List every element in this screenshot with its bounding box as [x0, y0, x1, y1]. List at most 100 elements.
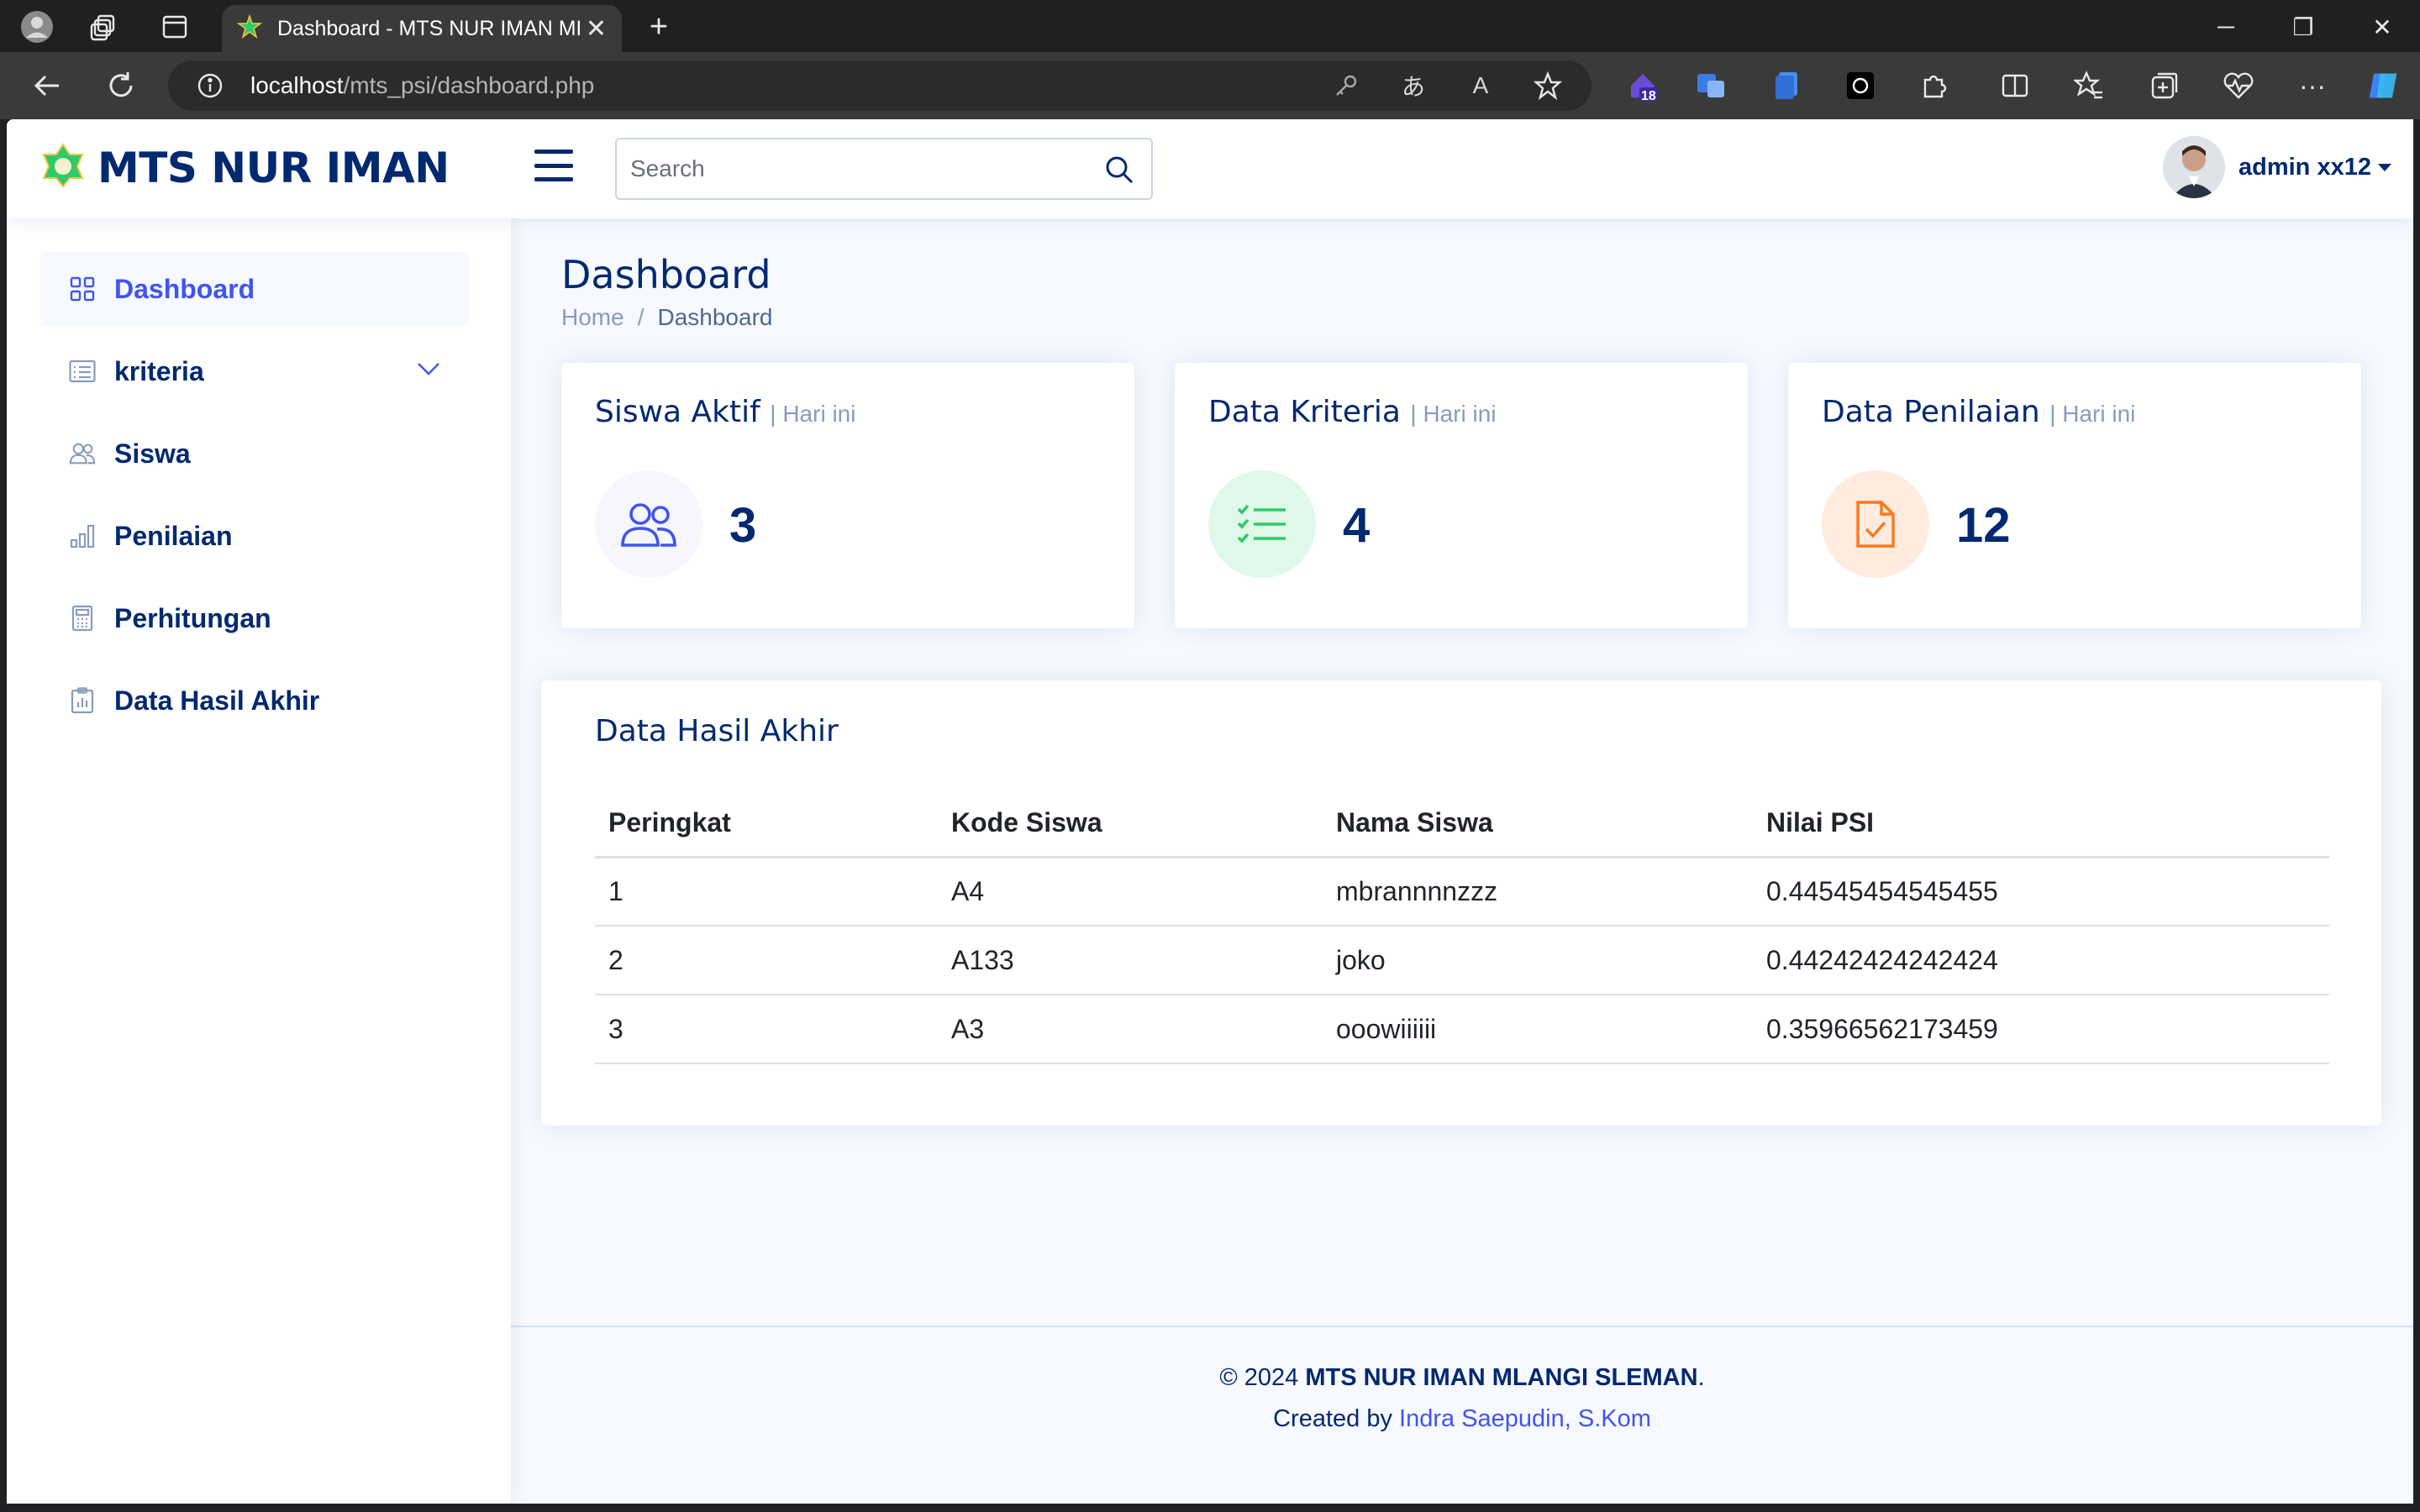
address-bar[interactable]: localhost/mts_psi/dashboard.php あ A — [168, 60, 1591, 111]
card-value: 12 — [1956, 498, 2011, 553]
column-header: Nilai PSI — [1753, 790, 2329, 858]
extensions-puzzle-icon[interactable] — [1918, 69, 1951, 102]
people-icon — [595, 470, 702, 578]
search-input[interactable] — [630, 155, 1084, 182]
table-row: 2 A133 joko 0.44242424242424 — [595, 926, 2329, 995]
table-cell: A4 — [938, 857, 1323, 927]
logo-text: MTS NUR IMAN — [97, 143, 450, 192]
breadcrumb-current: Dashboard — [657, 304, 773, 330]
card-subtitle: | Hari ini — [2049, 401, 2136, 427]
profile-dropdown[interactable]: admin xx12 — [2163, 136, 2391, 198]
avatar — [2163, 136, 2225, 198]
tab-title: Dashboard - MTS NUR IMAN ML — [277, 16, 580, 40]
column-header: Kode Siswa — [938, 790, 1323, 858]
chatgpt-extension-icon[interactable] — [1844, 69, 1877, 102]
sidebar-item-siswa[interactable]: Siswa — [40, 417, 469, 491]
table-cell: 2 — [595, 926, 938, 995]
new-tab-icon[interactable]: + — [642, 9, 676, 45]
sidebar-item-perhitungan[interactable]: Perhitungan — [40, 581, 469, 655]
translator-extension-icon[interactable] — [1694, 69, 1728, 102]
docs-extension-icon[interactable] — [1770, 69, 1803, 102]
card-value: 4 — [1343, 498, 1370, 553]
table-row: 1 A4 mbrannnnzzz 0.44545454545455 — [595, 857, 2329, 927]
site-info-icon[interactable] — [197, 72, 224, 103]
collections-icon[interactable] — [2148, 69, 2181, 102]
tab-close-icon[interactable]: ✕ — [586, 14, 607, 44]
table-cell: 0.35966562173459 — [1753, 995, 2329, 1064]
breadcrumb-home-link[interactable]: Home — [561, 304, 624, 331]
calculator-icon — [69, 605, 96, 632]
sidebar-item-label: Perhitungan — [114, 602, 271, 633]
sidebar-item-penilaian[interactable]: Penilaian — [40, 499, 469, 573]
translate-icon[interactable]: あ — [1397, 69, 1430, 102]
caret-down-icon — [2377, 163, 2391, 171]
table-cell: ooowiiiiii — [1323, 995, 1753, 1064]
refresh-icon[interactable] — [103, 67, 139, 104]
key-icon[interactable] — [1329, 69, 1363, 102]
people-icon — [69, 440, 96, 467]
author-link[interactable]: Indra Saepudin, S.Kom — [1399, 1405, 1651, 1432]
sidebar-item-label: Penilaian — [114, 520, 233, 551]
chevron-down-icon[interactable] — [417, 361, 440, 381]
sidebar-item-label: Dashboard — [114, 273, 255, 304]
extension-badge-count: 18 — [1641, 89, 1656, 103]
footer-copyright: © 2024 MTS NUR IMAN MLANGI SLEMAN. — [1219, 1364, 1705, 1391]
profile-name: admin xx12 — [2238, 153, 2371, 181]
file-check-icon — [1822, 470, 1929, 578]
table-cell: 0.44545454545455 — [1753, 857, 2329, 927]
sidebar-item-label: Siswa — [114, 438, 191, 469]
sidebar-toggle-icon[interactable] — [534, 150, 573, 181]
card-data-kriteria: Data Kriteria | Hari ini 4 — [1175, 363, 1748, 628]
minimize-icon[interactable]: ─ — [2188, 8, 2264, 45]
favorite-star-icon[interactable] — [1531, 69, 1565, 102]
table-cell: 0.44242424242424 — [1753, 926, 2329, 995]
browser-essentials-icon[interactable] — [2222, 69, 2255, 102]
table-cell: A133 — [938, 926, 1323, 995]
card-siswa-aktif: Siswa Aktif | Hari ini 3 — [561, 363, 1134, 628]
search-icon[interactable] — [1104, 155, 1134, 185]
logo[interactable]: MTS NUR IMAN — [40, 143, 450, 192]
table-cell: 3 — [595, 995, 938, 1064]
workspaces-icon[interactable] — [87, 10, 121, 44]
tab-dashboard[interactable]: Dashboard - MTS NUR IMAN ML ✕ — [222, 5, 622, 52]
card-data-penilaian: Data Penilaian | Hari ini 12 — [1788, 363, 2361, 628]
sidebar-item-dashboard[interactable]: Dashboard — [40, 252, 469, 326]
sidebar: Dashboard kriteria Siswa Penilaian Perhi… — [7, 218, 511, 1504]
read-aloud-icon[interactable]: A — [1464, 69, 1497, 102]
more-menu-icon[interactable]: ··· — [2296, 69, 2329, 102]
clipboard-data-icon — [69, 687, 96, 714]
page-viewport: MTS NUR IMAN admin xx12 Dashboard — [7, 119, 2413, 1504]
page-title: Dashboard — [561, 252, 771, 297]
profile-icon[interactable] — [20, 10, 54, 44]
card-value: 3 — [729, 498, 757, 553]
breadcrumb: Home / Dashboard — [561, 304, 772, 331]
tab-actions-icon[interactable] — [158, 10, 192, 44]
url-text: localhost/mts_psi/dashboard.php — [250, 72, 595, 98]
card-list-icon — [69, 358, 96, 385]
card-subtitle: | Hari ini — [1410, 401, 1497, 427]
split-screen-icon[interactable] — [1998, 69, 2032, 102]
extension-badge-icon[interactable]: 18 — [1626, 69, 1660, 103]
favorites-icon[interactable] — [2072, 69, 2106, 102]
sidebar-item-kriteria[interactable]: kriteria — [40, 334, 469, 408]
restore-icon[interactable]: ❐ — [2265, 8, 2341, 45]
search-bar — [615, 138, 1153, 200]
back-icon[interactable] — [29, 67, 66, 104]
breadcrumb-separator: / — [637, 304, 644, 330]
column-header: Nama Siswa — [1323, 790, 1753, 858]
copilot-icon[interactable] — [2366, 69, 2400, 102]
footer-credits: Created by Indra Saepudin, S.Kom — [1273, 1405, 1651, 1432]
table-cell: joko — [1323, 926, 1753, 995]
list-check-icon — [1208, 470, 1316, 578]
sidebar-item-label: kriteria — [114, 355, 204, 386]
table-title: Data Hasil Akhir — [595, 714, 839, 748]
table-cell: 1 — [595, 857, 938, 927]
grid-icon — [69, 276, 96, 302]
footer: © 2024 MTS NUR IMAN MLANGI SLEMAN. Creat… — [511, 1326, 2413, 1433]
table-cell: A3 — [938, 995, 1323, 1064]
sidebar-item-data-hasil-akhir[interactable]: Data Hasil Akhir — [40, 664, 469, 738]
close-window-icon[interactable]: ✕ — [2344, 8, 2420, 45]
footer-org: MTS NUR IMAN MLANGI SLEMAN — [1305, 1364, 1698, 1391]
card-title: Data Penilaian | Hari ini — [1822, 395, 2136, 429]
sidebar-item-label: Data Hasil Akhir — [114, 685, 320, 716]
